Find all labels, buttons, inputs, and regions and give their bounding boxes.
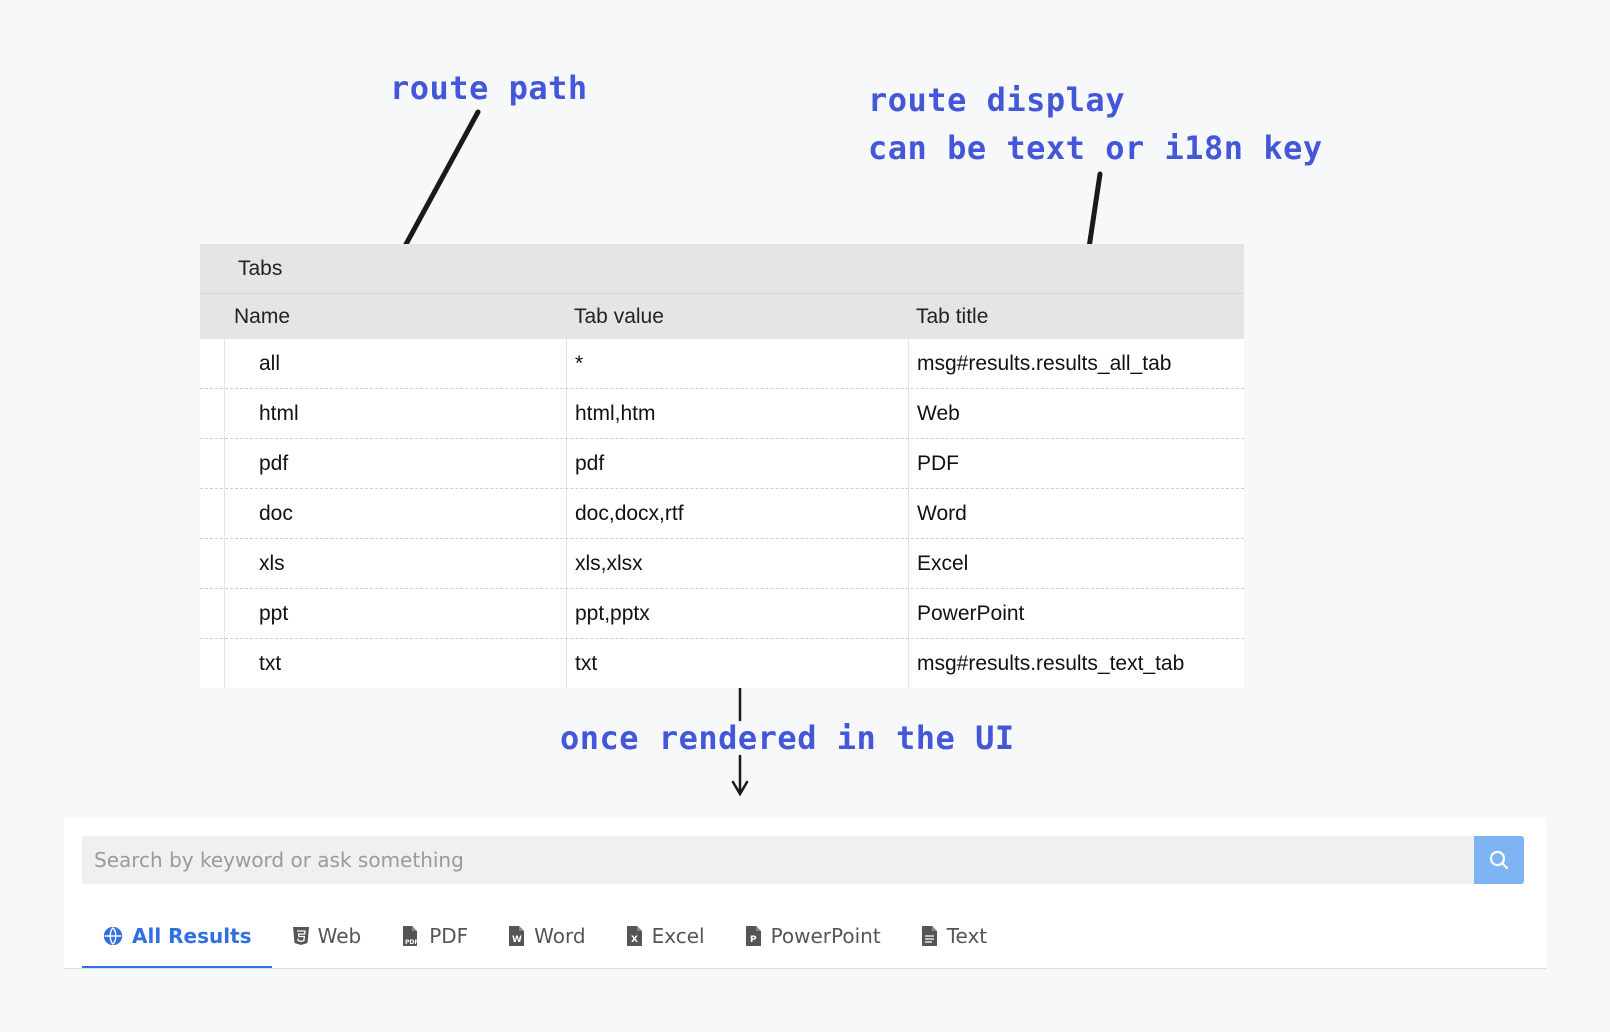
powerpoint-file-icon: P xyxy=(745,925,763,947)
column-header-name: Name xyxy=(234,304,291,328)
cell-name: xls xyxy=(224,539,566,588)
svg-text:PDF: PDF xyxy=(405,939,418,946)
tab-text[interactable]: Text xyxy=(901,906,1007,968)
search-panel: All Results Web PDF PDF xyxy=(64,818,1546,969)
svg-text:X: X xyxy=(631,935,638,945)
table-header-row: Name Tab value Tab title xyxy=(200,294,1244,339)
table-row: txt txt msg#results.results_text_tab xyxy=(200,639,1244,688)
cell-tab-title: Web xyxy=(908,389,1244,438)
search-bar xyxy=(82,836,1524,884)
tab-powerpoint[interactable]: P PowerPoint xyxy=(725,906,901,968)
tabs-config-table: Tabs Name Tab value Tab title all * msg#… xyxy=(200,244,1244,688)
table-row: all * msg#results.results_all_tab xyxy=(200,339,1244,389)
table-caption: Tabs xyxy=(200,244,1244,294)
arrow-rendered-head xyxy=(731,780,749,797)
cell-name: pdf xyxy=(224,439,566,488)
svg-text:P: P xyxy=(750,935,757,945)
column-header-tab-value: Tab value xyxy=(574,304,664,328)
tab-label: Word xyxy=(534,924,586,948)
tab-label: All Results xyxy=(132,924,252,948)
word-file-icon: W xyxy=(508,925,526,947)
tab-all-results[interactable]: All Results xyxy=(82,906,272,968)
tab-label: Text xyxy=(946,924,988,948)
cell-name: txt xyxy=(224,639,566,688)
cell-name: ppt xyxy=(224,589,566,638)
cell-tab-value: ppt,pptx xyxy=(566,589,908,638)
cell-tab-title: msg#results.results_all_tab xyxy=(908,339,1244,388)
svg-text:W: W xyxy=(512,935,522,945)
cell-tab-title: PDF xyxy=(908,439,1244,488)
cell-name: all xyxy=(224,339,566,388)
text-file-icon xyxy=(921,925,939,947)
cell-tab-value: html,htm xyxy=(566,389,908,438)
search-icon xyxy=(1487,848,1511,872)
cell-tab-title: Word xyxy=(908,489,1244,538)
tab-label: Excel xyxy=(651,924,705,948)
tab-pdf[interactable]: PDF PDF xyxy=(381,906,488,968)
html5-icon xyxy=(292,926,310,946)
cell-tab-value: * xyxy=(566,339,908,388)
result-tabs: All Results Web PDF PDF W Word X Excel P… xyxy=(82,906,1007,968)
cell-tab-title: Excel xyxy=(908,539,1244,588)
cell-name: html xyxy=(224,389,566,438)
cell-tab-value: xls,xlsx xyxy=(566,539,908,588)
table-row: pdf pdf PDF xyxy=(200,439,1244,489)
tab-label: Web xyxy=(317,924,362,948)
annotation-rendered: once rendered in the UI xyxy=(560,719,1015,757)
annotation-route-display: route display xyxy=(868,81,1125,119)
tab-label: PowerPoint xyxy=(770,924,881,948)
pdf-file-icon: PDF xyxy=(401,925,421,947)
tab-label: PDF xyxy=(429,924,469,948)
cell-tab-value: txt xyxy=(566,639,908,688)
cell-tab-value: doc,docx,rtf xyxy=(566,489,908,538)
cell-tab-title: msg#results.results_text_tab xyxy=(908,639,1244,688)
tab-web[interactable]: Web xyxy=(272,906,382,968)
table-row: ppt ppt,pptx PowerPoint xyxy=(200,589,1244,639)
column-header-tab-title: Tab title xyxy=(916,304,989,328)
table-row: html html,htm Web xyxy=(200,389,1244,439)
cell-name: doc xyxy=(224,489,566,538)
table-row: xls xls,xlsx Excel xyxy=(200,539,1244,589)
table-row: doc doc,docx,rtf Word xyxy=(200,489,1244,539)
cell-tab-value: pdf xyxy=(566,439,908,488)
excel-file-icon: X xyxy=(626,925,644,947)
search-button[interactable] xyxy=(1474,836,1524,884)
tab-word[interactable]: W Word xyxy=(488,906,605,968)
tab-excel[interactable]: X Excel xyxy=(606,906,725,968)
annotation-route-path: route path xyxy=(390,69,588,107)
globe-icon xyxy=(102,925,124,947)
cell-tab-title: PowerPoint xyxy=(908,589,1244,638)
annotation-route-display-detail: can be text or i18n key xyxy=(868,129,1323,167)
search-input[interactable] xyxy=(82,836,1474,884)
